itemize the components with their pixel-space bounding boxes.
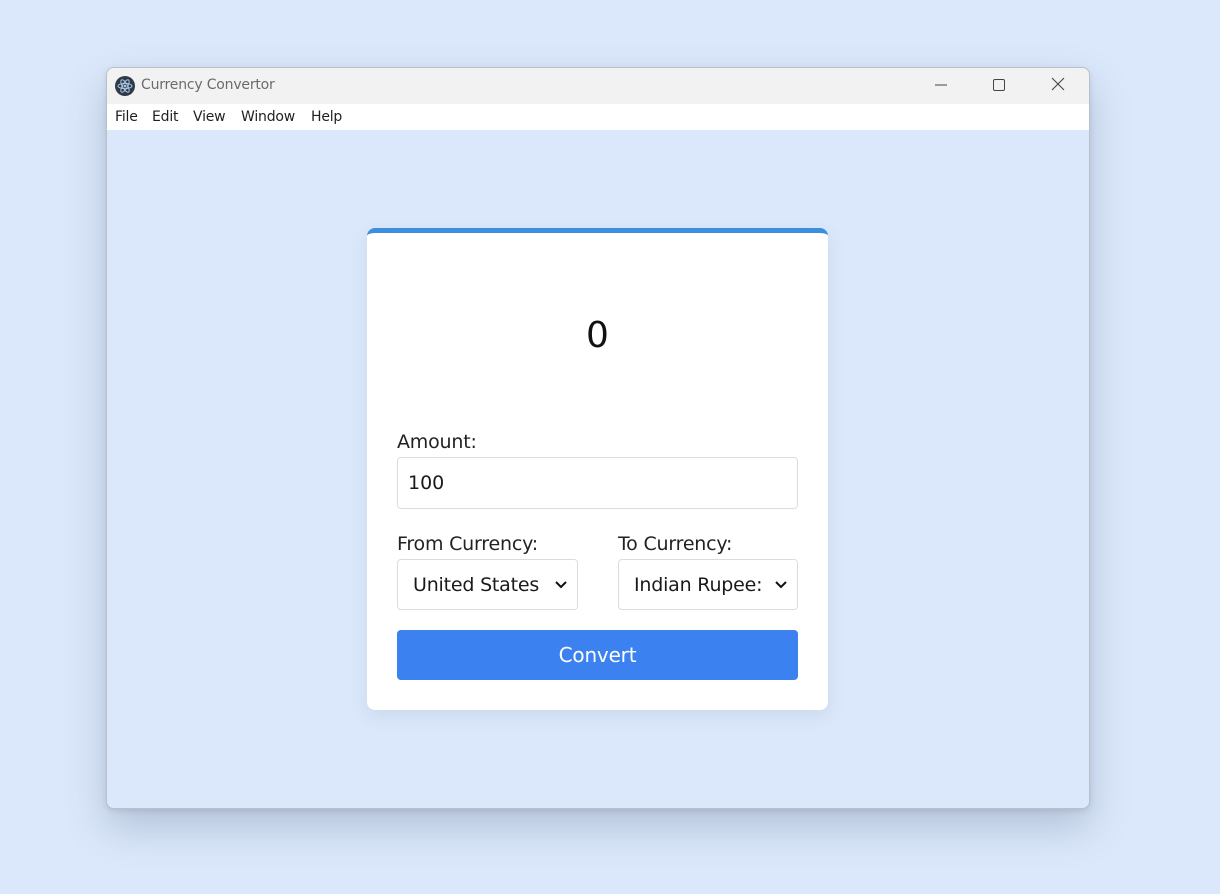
title-bar[interactable]: Currency Convertor — [107, 68, 1089, 104]
amount-input[interactable] — [397, 457, 798, 509]
convert-button[interactable]: Convert — [397, 630, 798, 680]
minimize-button[interactable] — [918, 68, 964, 104]
electron-icon — [115, 76, 135, 96]
amount-label: Amount: — [397, 431, 477, 453]
app-window: Currency Convertor File Edit View Window… — [106, 67, 1090, 809]
converter-card: 0 Amount: From Currency: United States D… — [367, 228, 828, 710]
conversion-result: 0 — [586, 315, 609, 356]
chevron-down-icon — [545, 560, 577, 609]
window-title: Currency Convertor — [141, 77, 275, 93]
from-currency-label: From Currency: — [397, 533, 538, 555]
menu-file[interactable]: File — [115, 109, 138, 125]
menu-view[interactable]: View — [193, 109, 226, 125]
close-button[interactable] — [1035, 68, 1081, 104]
menu-edit[interactable]: Edit — [152, 109, 179, 125]
chevron-down-icon — [765, 560, 797, 609]
close-icon — [1050, 76, 1066, 96]
to-currency-select[interactable]: Indian Rupee: INR — [618, 559, 798, 610]
menu-bar: File Edit View Window Help — [107, 104, 1089, 130]
maximize-button[interactable] — [976, 68, 1022, 104]
from-currency-select[interactable]: United States Dollar: USD — [397, 559, 578, 610]
to-currency-label: To Currency: — [618, 533, 733, 555]
maximize-icon — [992, 77, 1006, 96]
menu-window[interactable]: Window — [241, 109, 295, 125]
menu-help[interactable]: Help — [311, 109, 342, 125]
minimize-icon — [934, 77, 948, 96]
main-content: 0 Amount: From Currency: United States D… — [107, 130, 1089, 808]
